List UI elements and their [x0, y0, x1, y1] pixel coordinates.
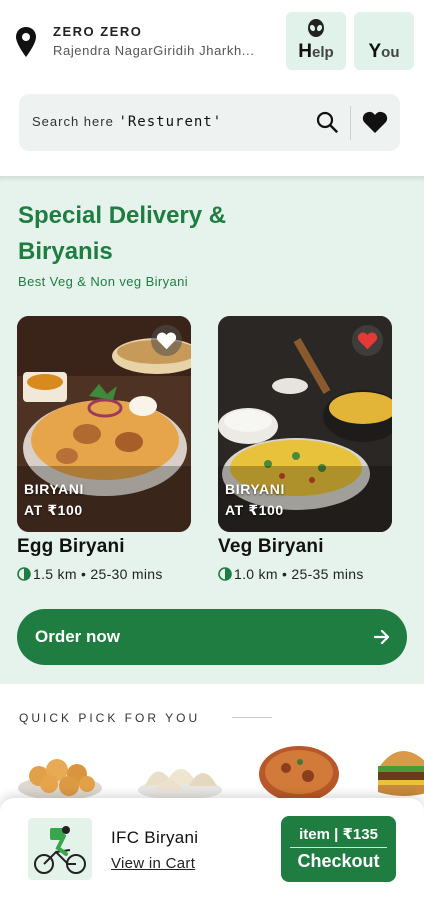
- distance-icon: [17, 567, 31, 581]
- cart-restaurant-name: IFC Biryani: [111, 828, 199, 847]
- arrow-right-icon: [373, 629, 390, 645]
- heart-icon[interactable]: [362, 110, 388, 134]
- quick-pick-divider: [232, 717, 272, 718]
- search-query: 'Resturent': [118, 114, 223, 130]
- search-prefix: Search here: [32, 114, 114, 129]
- checkout-label: Checkout: [297, 851, 380, 871]
- pani-puri-image: [18, 759, 102, 800]
- app-header: ZERO ZERO Rajendra NagarGiridih Jharkh..…: [0, 0, 424, 82]
- rider-illustration: [34, 826, 86, 874]
- dish-card-veg-biryani[interactable]: BIRYANI AT ₹100: [218, 316, 392, 532]
- quick-pick-biryani[interactable]: [256, 740, 342, 802]
- special-subtitle: Best Veg & Non veg Biryani: [18, 274, 189, 289]
- help-button[interactable]: Help: [286, 12, 346, 70]
- dish-meta: 1.5 km • 25-30 mins: [17, 566, 163, 582]
- heart-outline-icon: [156, 332, 177, 350]
- view-in-cart-link[interactable]: View in Cart: [111, 855, 195, 872]
- biryani-image: [259, 746, 339, 802]
- search-input[interactable]: Search here 'Resturent': [32, 114, 222, 130]
- delivery-rider-image: [28, 818, 92, 880]
- special-title: Special Delivery & Biryanis: [18, 202, 227, 265]
- location-address[interactable]: Rajendra NagarGiridih Jharkh...: [53, 43, 273, 58]
- checkout-divider: [290, 847, 387, 848]
- favorite-toggle[interactable]: [151, 325, 182, 356]
- card-offer-tag: BIRYANI AT ₹100: [225, 481, 285, 518]
- quick-pick-momos[interactable]: [137, 740, 223, 802]
- dish-name-veg-biryani[interactable]: Veg Biryani: [218, 536, 324, 558]
- location-title[interactable]: ZERO ZERO: [53, 24, 142, 39]
- alien-icon: [308, 19, 324, 37]
- distance-icon: [218, 567, 232, 581]
- order-now-label: Order now: [35, 627, 121, 646]
- dish-card-egg-biryani[interactable]: BIRYANI AT ₹100: [17, 316, 191, 532]
- order-now-button[interactable]: Order now: [17, 609, 407, 665]
- search-bar[interactable]: Search here 'Resturent': [19, 94, 400, 151]
- quick-pick-title: QUICK PICK FOR YOU: [19, 711, 201, 725]
- momos-image: [138, 769, 222, 800]
- quick-pick-burger[interactable]: [372, 740, 424, 802]
- search-divider: [350, 106, 351, 140]
- map-pin-icon[interactable]: [14, 26, 38, 58]
- cart-item-total: item | ₹135: [299, 826, 378, 843]
- dish-name-egg-biryani[interactable]: Egg Biryani: [17, 536, 125, 558]
- profile-button[interactable]: You: [354, 12, 414, 70]
- dish-meta: 1.0 km • 25-35 mins: [218, 566, 364, 582]
- cart-bar: IFC Biryani View in Cart item | ₹135 Che…: [0, 798, 424, 900]
- search-icon[interactable]: [316, 111, 338, 133]
- checkout-button[interactable]: item | ₹135 Checkout: [281, 816, 396, 882]
- profile-label: You: [368, 41, 400, 62]
- heart-filled-icon: [357, 332, 378, 350]
- card-offer-tag: BIRYANI AT ₹100: [24, 481, 84, 518]
- favorite-toggle[interactable]: [352, 325, 383, 356]
- quick-pick-pani-puri[interactable]: [17, 740, 103, 802]
- burger-image: [378, 751, 424, 796]
- help-label: Help: [298, 41, 334, 62]
